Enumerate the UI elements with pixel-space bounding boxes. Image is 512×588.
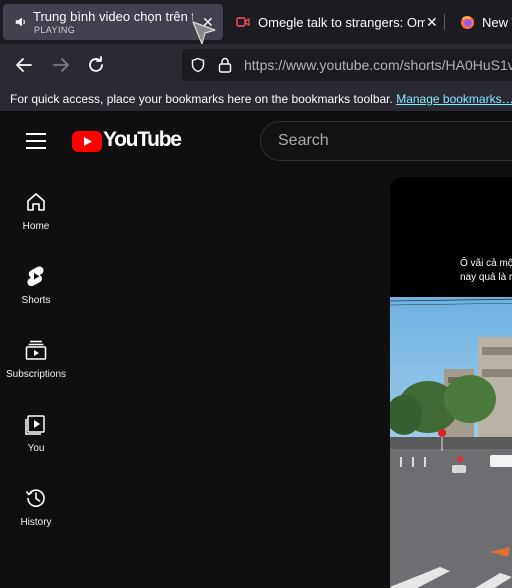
search-input[interactable]: Search [260,121,512,161]
manage-bookmarks-link[interactable]: Manage bookmarks… [396,92,512,106]
shorts-icon [27,266,44,287]
sidebar-item-label: Subscriptions [5,369,67,380]
speaker-icon[interactable] [14,15,28,29]
search-placeholder: Search [278,132,329,149]
you-icon [25,415,45,435]
sidebar-item-subscriptions[interactable]: Subscriptions [0,339,72,413]
youtube-logo-icon[interactable] [72,131,102,152]
url-host: https://www.youtube.com [244,57,400,73]
bookmarks-toolbar: For quick access, place your bookmarks h… [0,86,512,112]
shorts-video-player[interactable]: Ô vãi cả mộ nay quả là r [390,177,512,588]
sidebar-item-shorts[interactable]: Shorts [0,265,72,339]
bookmarks-hint-text: For quick access, place your bookmarks h… [10,92,393,106]
caption-line: Ô vãi cả mộ [460,258,512,269]
sidebar-item-home[interactable]: Home [0,191,72,265]
firefox-icon [460,15,475,30]
tab-omegle[interactable]: Omegle talk to strangers: Omeg ✕ [228,4,442,40]
sidebar-item-history[interactable]: History [0,487,72,561]
sidebar-item-label: History [20,517,52,528]
youtube-wordmark[interactable]: YouTube [103,128,182,152]
video-camera-icon [236,17,250,27]
forward-icon[interactable] [50,54,72,76]
menu-icon[interactable] [26,133,46,149]
mouse-cursor-icon [192,21,216,45]
history-icon [25,489,45,507]
tab-playing-label: PLAYING [34,25,76,35]
tracking-protection-shield-icon[interactable] [190,57,206,73]
sidebar-item-you[interactable]: You [0,413,72,487]
sidebar-item-label: Home [22,221,50,232]
sidebar-item-label: You [27,443,45,454]
navigation-toolbar: https://www.youtube.com/shorts/HA0HuS1v [0,44,512,86]
tab-title: Omegle talk to strangers: Omeg [258,15,425,30]
caption-line: nay quả là r [460,272,512,283]
back-icon[interactable] [13,54,35,76]
tab-strip: Trung bình video chọn trên tik PLAYING ✕… [0,0,512,45]
bookmarks-empty-message: For quick access, place your bookmarks h… [10,92,512,106]
url-text[interactable]: https://www.youtube.com/shorts/HA0HuS1v [244,57,512,73]
url-path: /shorts/HA0HuS1v [399,57,512,73]
subscriptions-icon [25,340,47,360]
tab-divider [444,14,445,30]
tab-new[interactable]: New T [452,4,512,40]
video-caption-overlay: Ô vãi cả mộ nay quả là r [460,257,512,285]
video-frame-street-scene [390,297,512,588]
address-bar[interactable]: https://www.youtube.com/shorts/HA0HuS1v [182,49,512,81]
tab-title: New T [482,15,512,30]
sidebar-item-label: Shorts [21,295,51,306]
tab-close-icon[interactable]: ✕ [426,15,438,29]
home-icon [27,193,45,211]
lock-icon[interactable] [218,57,232,73]
reload-icon[interactable] [85,54,107,76]
tab-title: Trung bình video chọn trên tik [33,9,193,24]
